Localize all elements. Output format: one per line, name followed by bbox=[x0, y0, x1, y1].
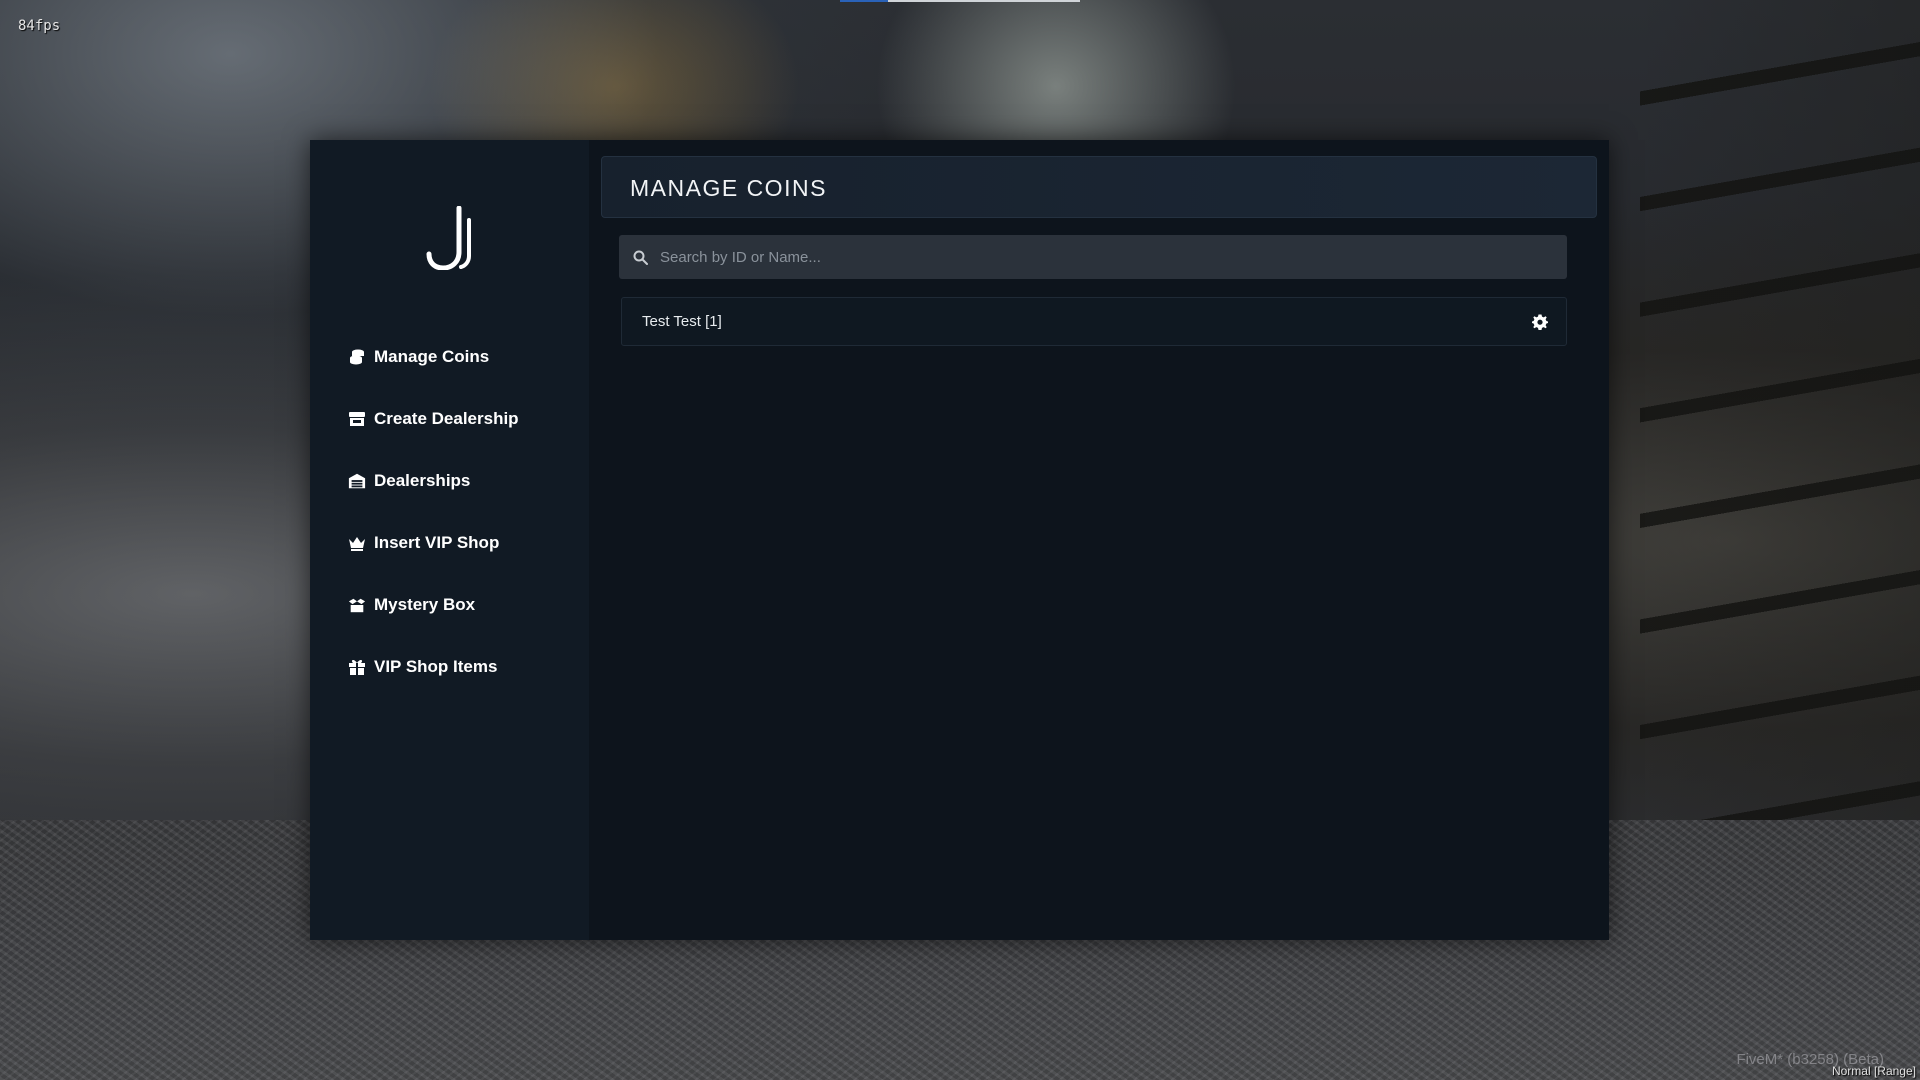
sidebar-item-manage-coins[interactable]: Manage Coins bbox=[348, 326, 519, 388]
search-bar[interactable] bbox=[619, 235, 1567, 279]
main-content: MANAGE COINS Test Test [1] bbox=[589, 140, 1609, 940]
j-logo-icon bbox=[426, 206, 471, 270]
sidebar-item-label: Mystery Box bbox=[374, 595, 476, 614]
loading-progress-bar bbox=[840, 0, 1080, 2]
crown-icon bbox=[348, 534, 366, 552]
gear-icon[interactable] bbox=[1532, 314, 1548, 330]
sidebar-nav: Manage Coins Create Dealership Dealershi… bbox=[348, 326, 519, 698]
sidebar-item-label: VIP Shop Items bbox=[374, 657, 498, 676]
sidebar-item-label: Dealerships bbox=[374, 471, 471, 490]
search-icon bbox=[633, 250, 648, 265]
sidebar-item-create-dealership[interactable]: Create Dealership bbox=[348, 388, 519, 450]
sidebar-item-dealerships[interactable]: Dealerships bbox=[348, 450, 519, 512]
logo bbox=[310, 206, 589, 270]
voice-mode-indicator: Normal [Range] bbox=[1831, 1064, 1916, 1078]
sidebar-item-insert-vip-shop[interactable]: Insert VIP Shop bbox=[348, 512, 519, 574]
title-bar: MANAGE COINS bbox=[601, 156, 1597, 218]
warehouse-icon bbox=[348, 472, 366, 490]
page-title: MANAGE COINS bbox=[630, 175, 827, 201]
sidebar-item-label: Manage Coins bbox=[374, 347, 490, 366]
player-name: Test Test [1] bbox=[642, 313, 722, 330]
sidebar: Manage Coins Create Dealership Dealershi… bbox=[310, 140, 589, 940]
sidebar-item-vip-shop-items[interactable]: VIP Shop Items bbox=[348, 636, 519, 698]
sidebar-item-mystery-box[interactable]: Mystery Box bbox=[348, 574, 519, 636]
box-open-icon bbox=[348, 596, 366, 614]
gift-icon bbox=[348, 658, 366, 676]
fps-counter: 84fps bbox=[18, 18, 61, 34]
coins-icon bbox=[348, 348, 366, 366]
store-icon bbox=[348, 410, 366, 428]
player-row[interactable]: Test Test [1] bbox=[621, 297, 1567, 346]
sidebar-item-label: Create Dealership bbox=[374, 409, 519, 428]
admin-panel: Manage Coins Create Dealership Dealershi… bbox=[310, 140, 1609, 940]
progress-segment bbox=[840, 0, 888, 2]
sidebar-item-label: Insert VIP Shop bbox=[374, 533, 500, 552]
search-input[interactable] bbox=[658, 247, 1567, 267]
